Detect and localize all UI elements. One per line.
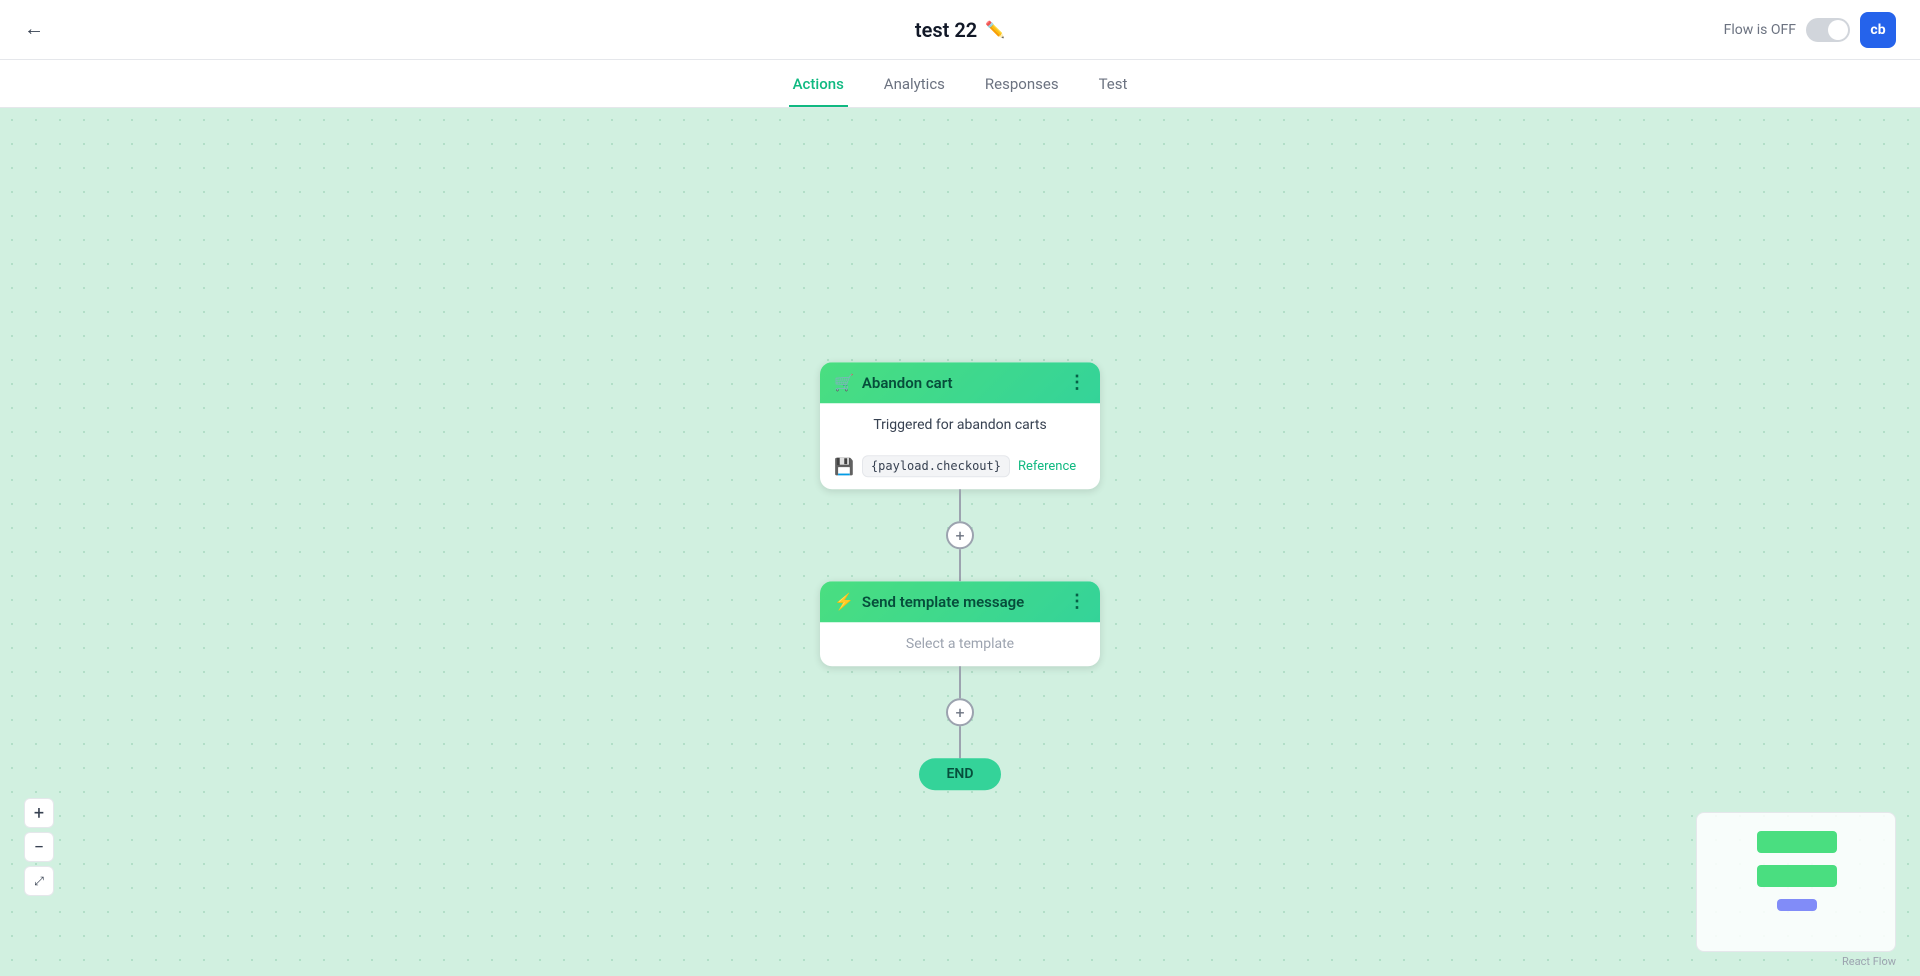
reference-link[interactable]: Reference — [1018, 459, 1076, 474]
send-template-menu-button[interactable]: ⋮ — [1068, 591, 1086, 612]
react-flow-label: React Flow — [1842, 955, 1896, 968]
tab-test[interactable]: Test — [1095, 75, 1132, 107]
flow-canvas: 🛒 Abandon cart ⋮ Triggered for abandon c… — [0, 108, 1920, 976]
connector-2: + — [946, 666, 974, 758]
header: ← test 22 ✏️ Flow is OFF cb — [0, 0, 1920, 60]
abandon-cart-header: 🛒 Abandon cart ⋮ — [820, 362, 1100, 403]
send-template-header: ⚡ Send template message ⋮ — [820, 581, 1100, 622]
mini-block-end — [1777, 899, 1817, 911]
save-icon: 💾 — [834, 457, 854, 476]
send-template-card[interactable]: ⚡ Send template message ⋮ Select a templ… — [820, 581, 1100, 666]
connector-line-2 — [959, 666, 961, 698]
abandon-cart-menu-button[interactable]: ⋮ — [1068, 372, 1086, 393]
flow-status-label: Flow is OFF — [1724, 22, 1796, 38]
bolt-icon: ⚡ — [834, 592, 854, 611]
flow-toggle[interactable] — [1806, 18, 1850, 42]
mini-block-2 — [1757, 865, 1837, 887]
tab-responses[interactable]: Responses — [981, 75, 1063, 107]
cart-icon: 🛒 — [834, 373, 854, 392]
payload-chip[interactable]: {payload.checkout} — [862, 455, 1010, 477]
page-title: test 22 — [915, 18, 977, 42]
connector-line-2b — [959, 726, 961, 758]
zoom-controls: + − ⤢ — [24, 798, 54, 896]
connector-line-1b — [959, 549, 961, 581]
send-template-body[interactable]: Select a template — [820, 622, 1100, 666]
mini-map-inner — [1697, 813, 1895, 951]
back-button[interactable]: ← — [24, 18, 44, 41]
connector-line-1 — [959, 489, 961, 521]
edit-icon[interactable]: ✏️ — [985, 20, 1005, 39]
add-step-button-1[interactable]: + — [946, 521, 974, 549]
tabs-bar: Actions Analytics Responses Test — [0, 60, 1920, 108]
abandon-cart-footer: 💾 {payload.checkout} Reference — [820, 447, 1100, 489]
mini-block-1 — [1757, 831, 1837, 853]
flow-toggle-area: Flow is OFF cb — [1724, 12, 1896, 48]
zoom-in-button[interactable]: + — [24, 798, 54, 828]
end-node: END — [919, 758, 1002, 790]
send-template-title: Send template message — [862, 593, 1024, 611]
flow-content: 🛒 Abandon cart ⋮ Triggered for abandon c… — [820, 362, 1100, 790]
zoom-fit-button[interactable]: ⤢ — [24, 866, 54, 896]
mini-map — [1696, 812, 1896, 952]
tab-actions[interactable]: Actions — [789, 75, 848, 107]
abandon-cart-card: 🛒 Abandon cart ⋮ Triggered for abandon c… — [820, 362, 1100, 489]
avatar: cb — [1860, 12, 1896, 48]
tab-analytics[interactable]: Analytics — [880, 75, 949, 107]
abandon-cart-title: Abandon cart — [862, 374, 953, 392]
add-step-button-2[interactable]: + — [946, 698, 974, 726]
toggle-knob — [1828, 20, 1848, 40]
header-center: test 22 ✏️ — [915, 18, 1005, 42]
zoom-out-button[interactable]: − — [24, 832, 54, 862]
connector-1: + — [946, 489, 974, 581]
abandon-cart-body: Triggered for abandon carts — [820, 403, 1100, 447]
